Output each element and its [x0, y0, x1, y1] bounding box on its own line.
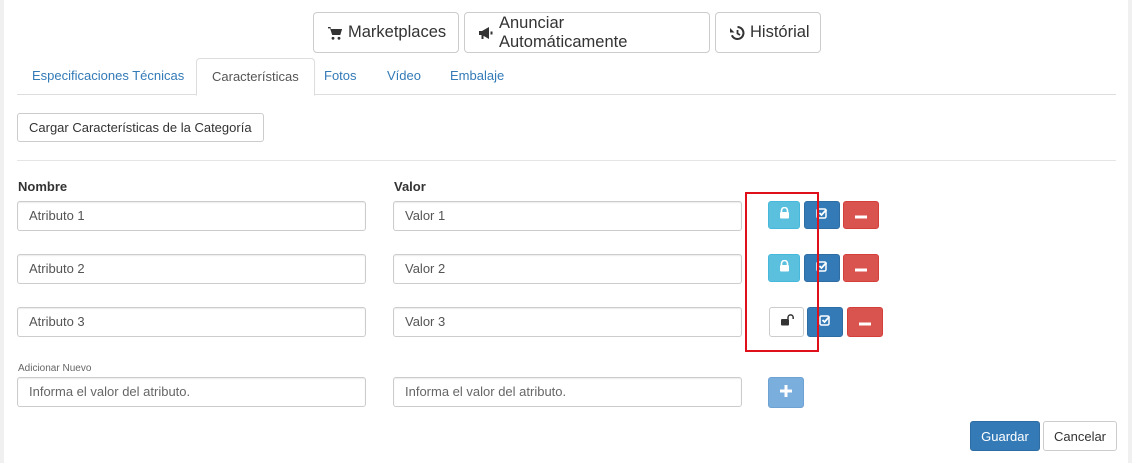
historial-button[interactable]: Histórial: [715, 12, 821, 53]
confirm-button[interactable]: [804, 201, 840, 229]
check-square-icon: [816, 206, 828, 224]
page-frame-left: [0, 0, 4, 463]
plus-icon: [780, 384, 792, 402]
divider: [17, 160, 1116, 161]
shopping-cart-icon: [327, 25, 343, 41]
page-frame-right: [1128, 0, 1132, 463]
tab-caracteristicas[interactable]: Características: [196, 58, 315, 96]
marketplaces-button[interactable]: Marketplaces: [313, 12, 459, 53]
attribute-name-input[interactable]: Atributo 2: [17, 254, 366, 284]
historial-label: Histórial: [750, 23, 810, 41]
new-attribute-value-input[interactable]: Informa el valor del atributo.: [393, 377, 742, 407]
anunciar-automaticamente-button[interactable]: Anunciar Automáticamente: [464, 12, 710, 53]
remove-button[interactable]: [843, 254, 879, 282]
attribute-name-input[interactable]: Atributo 1: [17, 201, 366, 231]
tab-fotos[interactable]: Fotos: [309, 58, 372, 95]
add-new-label: Adicionar Nuevo: [18, 363, 92, 374]
tab-especificaciones-tecnicas[interactable]: Especificaciones Técnicas: [17, 58, 199, 95]
minus-icon: [855, 259, 867, 277]
new-attribute-name-input[interactable]: Informa el valor del atributo.: [17, 377, 366, 407]
marketplaces-label: Marketplaces: [348, 23, 447, 41]
value-column-header: Valor: [394, 179, 426, 194]
confirm-button[interactable]: [804, 254, 840, 282]
remove-button[interactable]: [843, 201, 879, 229]
attribute-value-input[interactable]: Valor 2: [393, 254, 742, 284]
tab-embalaje[interactable]: Embalaje: [435, 58, 519, 95]
save-button[interactable]: Guardar: [970, 421, 1040, 451]
check-square-icon: [816, 259, 828, 277]
lock-icon: [779, 259, 790, 277]
unlock-toggle-button[interactable]: [769, 307, 804, 337]
lock-toggle-button[interactable]: [768, 254, 800, 282]
history-icon: [729, 25, 745, 41]
check-square-icon: [819, 313, 831, 331]
attribute-value-input[interactable]: Valor 1: [393, 201, 742, 231]
lock-icon: [779, 206, 790, 224]
tab-video[interactable]: Vídeo: [372, 58, 436, 95]
minus-icon: [855, 206, 867, 224]
bullhorn-icon: [478, 25, 494, 41]
name-column-header: Nombre: [18, 179, 68, 194]
cancel-button[interactable]: Cancelar: [1043, 421, 1117, 451]
confirm-button[interactable]: [807, 307, 843, 337]
attribute-name-input[interactable]: Atributo 3: [17, 307, 366, 337]
lock-toggle-button[interactable]: [768, 201, 800, 229]
load-category-characteristics-button[interactable]: Cargar Características de la Categoría: [17, 113, 264, 142]
top-toolbar: Marketplaces Anunciar Automáticamente Hi…: [313, 12, 821, 53]
add-attribute-button[interactable]: [768, 377, 804, 408]
attribute-value-input[interactable]: Valor 3: [393, 307, 742, 337]
remove-button[interactable]: [847, 307, 883, 337]
unlock-icon: [780, 313, 794, 331]
anunciar-label: Anunciar Automáticamente: [499, 13, 628, 51]
tab-bar: Especificaciones Técnicas Característica…: [17, 58, 1116, 96]
minus-icon: [859, 313, 871, 331]
